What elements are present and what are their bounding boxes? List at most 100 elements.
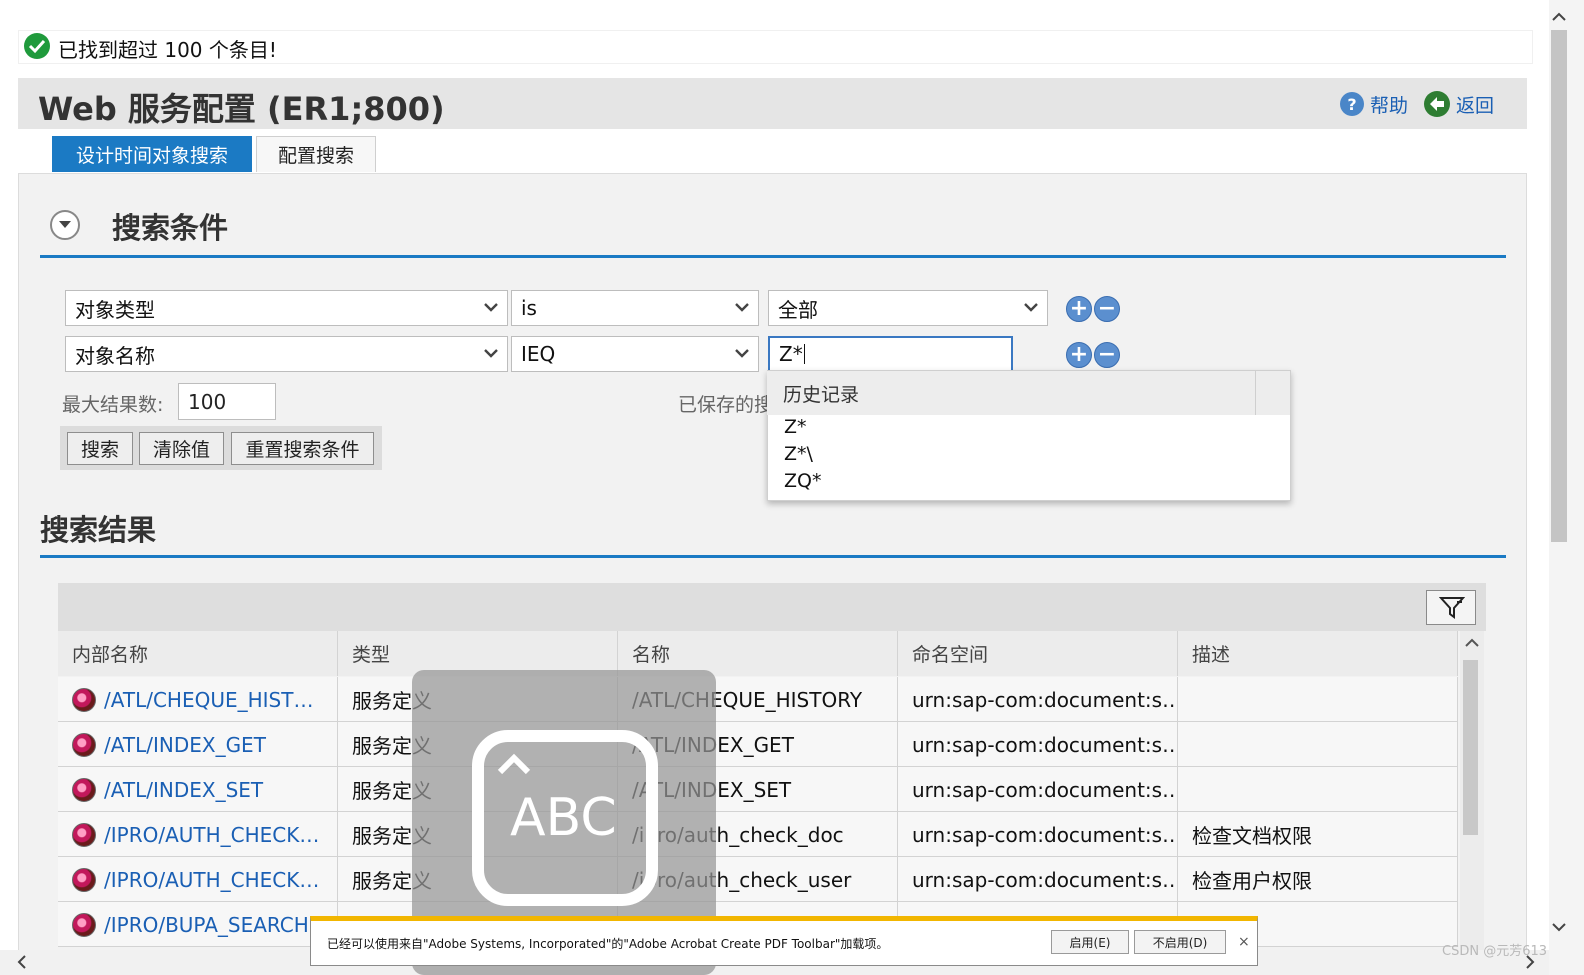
- namespace-cell: urn:sap-com:document:s…: [898, 677, 1178, 722]
- scroll-down-icon[interactable]: [1549, 920, 1569, 934]
- tab-configuration-search[interactable]: 配置搜索: [256, 136, 376, 172]
- search-button[interactable]: 搜索: [67, 432, 133, 465]
- service-definition-icon: [72, 687, 96, 712]
- namespace-cell: urn:sap-com:document:s…: [898, 767, 1178, 812]
- select-value: IEQ: [521, 342, 556, 366]
- criteria-operator-select-2[interactable]: IEQ: [511, 336, 759, 372]
- criteria-value-select-1[interactable]: 全部: [768, 290, 1048, 326]
- section-divider: [40, 555, 1506, 558]
- table-row[interactable]: /ATL/INDEX_SET 服务定义 /ATL/INDEX_SET urn:s…: [58, 767, 1458, 812]
- description-cell: [1178, 767, 1458, 812]
- filter-button[interactable]: [1426, 590, 1476, 625]
- service-definition-icon: [72, 777, 96, 802]
- criteria-value-input-2[interactable]: Z*: [768, 336, 1013, 372]
- internal-name-cell[interactable]: /ATL/INDEX_GET: [58, 722, 338, 767]
- table-scroll-thumb[interactable]: [1463, 660, 1478, 835]
- filter-icon: [1439, 597, 1465, 619]
- caps-arrow-icon: [497, 753, 531, 775]
- remove-row-icon[interactable]: −: [1094, 296, 1120, 322]
- table-row[interactable]: /IPRO/AUTH_CHECK… 服务定义 /ipro/auth_check_…: [58, 857, 1458, 902]
- add-row-icon[interactable]: +: [1066, 342, 1092, 368]
- enable-addon-button[interactable]: 启用(E): [1051, 930, 1129, 954]
- criteria-field-select-2[interactable]: 对象名称: [65, 336, 508, 372]
- scroll-up-icon[interactable]: [1549, 10, 1569, 24]
- chevron-down-icon: [1024, 303, 1038, 312]
- history-item[interactable]: Z*: [784, 416, 807, 438]
- chevron-down-icon: [484, 349, 498, 358]
- ime-mode-text: ABC: [510, 788, 617, 848]
- select-value: 对象类型: [75, 297, 155, 322]
- service-definition-icon: [72, 822, 96, 847]
- namespace-cell: urn:sap-com:document:s…: [898, 812, 1178, 857]
- scroll-left-icon[interactable]: [14, 952, 30, 972]
- back-link[interactable]: 返回: [1424, 90, 1494, 118]
- scroll-up-icon[interactable]: [1460, 635, 1484, 651]
- description-cell: 检查文档权限: [1178, 812, 1458, 857]
- internal-name-cell[interactable]: /IPRO/AUTH_CHECK…: [58, 857, 338, 902]
- internal-name-link[interactable]: /IPRO/AUTH_CHECK…: [104, 868, 319, 892]
- history-item[interactable]: Z*\: [784, 443, 813, 465]
- namespace-cell: urn:sap-com:document:s…: [898, 857, 1178, 902]
- page-title: Web 服务配置 (ER1;800): [38, 90, 445, 128]
- help-icon: ?: [1340, 92, 1364, 116]
- internal-name-cell[interactable]: /ATL/INDEX_SET: [58, 767, 338, 812]
- collapse-toggle-icon[interactable]: [50, 210, 80, 240]
- chevron-down-icon: [735, 349, 749, 358]
- col-header-internal-name[interactable]: 内部名称: [58, 631, 338, 676]
- service-definition-icon: [72, 732, 96, 757]
- namespace-cell: urn:sap-com:document:s…: [898, 722, 1178, 767]
- internal-name-cell[interactable]: /IPRO/AUTH_CHECK…: [58, 812, 338, 857]
- back-arrow-icon: [1424, 91, 1450, 117]
- criteria-operator-select-1[interactable]: is: [511, 290, 759, 326]
- description-cell: [1178, 677, 1458, 722]
- chevron-down-icon: [735, 303, 749, 312]
- clear-values-button[interactable]: 清除值: [139, 432, 224, 465]
- close-icon[interactable]: ×: [1238, 934, 1250, 950]
- table-row[interactable]: /ATL/INDEX_GET 服务定义 /ATL/INDEX_GET urn:s…: [58, 722, 1458, 767]
- description-cell: 检查用户权限: [1178, 857, 1458, 902]
- input-value: Z*: [779, 342, 803, 366]
- max-results-label: 最大结果数:: [62, 394, 164, 416]
- chevron-down-icon: [484, 303, 498, 312]
- saved-searches-label: 已保存的搜: [678, 394, 768, 416]
- search-criteria-title: 搜索条件: [112, 211, 229, 245]
- internal-name-link[interactable]: /IPRO/BUPA_SEARCH: [104, 913, 309, 937]
- table-toolbar: [58, 583, 1486, 631]
- help-label: 帮助: [1370, 94, 1409, 117]
- table-header-row: 内部名称 类型 名称 命名空间 描述: [58, 631, 1458, 676]
- history-item[interactable]: ZQ*: [784, 470, 821, 492]
- internal-name-cell[interactable]: /IPRO/BUPA_SEARCH: [58, 902, 338, 947]
- success-check-icon: [24, 33, 50, 59]
- table-row[interactable]: /IPRO/AUTH_CHECK… 服务定义 /ipro/auth_check_…: [58, 812, 1458, 857]
- remove-row-icon[interactable]: −: [1094, 342, 1120, 368]
- disable-addon-button[interactable]: 不启用(D): [1134, 930, 1226, 954]
- window-scroll-thumb[interactable]: [1551, 30, 1567, 542]
- history-header: 历史记录: [767, 371, 1255, 415]
- help-link[interactable]: ? 帮助: [1340, 90, 1408, 118]
- text-cursor: [803, 344, 805, 364]
- watermark: CSDN @元芳613: [1442, 944, 1548, 959]
- internal-name-link[interactable]: /IPRO/AUTH_CHECK…: [104, 823, 319, 847]
- tab-design-time-object-search[interactable]: 设计时间对象搜索: [52, 136, 252, 172]
- select-value: 全部: [778, 297, 818, 322]
- add-row-icon[interactable]: +: [1066, 296, 1092, 322]
- select-value: is: [521, 296, 537, 320]
- search-results-title: 搜索结果: [40, 513, 157, 547]
- description-cell: [1178, 722, 1458, 767]
- criteria-field-select-1[interactable]: 对象类型: [65, 290, 508, 326]
- col-header-description[interactable]: 描述: [1178, 631, 1458, 676]
- internal-name-cell[interactable]: /ATL/CHEQUE_HIST…: [58, 677, 338, 722]
- internal-name-link[interactable]: /ATL/CHEQUE_HIST…: [104, 688, 313, 712]
- internal-name-link[interactable]: /ATL/INDEX_SET: [104, 778, 263, 802]
- table-row[interactable]: /ATL/CHEQUE_HIST… 服务定义 /ATL/CHEQUE_HISTO…: [58, 677, 1458, 722]
- select-value: 对象名称: [75, 343, 155, 368]
- reset-criteria-button[interactable]: 重置搜索条件: [231, 432, 374, 465]
- max-results-input[interactable]: 100: [178, 383, 276, 420]
- service-definition-icon: [72, 867, 96, 892]
- back-label: 返回: [1456, 94, 1495, 117]
- service-definition-icon: [72, 912, 96, 937]
- internal-name-link[interactable]: /ATL/INDEX_GET: [104, 733, 266, 757]
- notification-text: 已经可以使用来自"Adobe Systems, Incorporated"的"A…: [327, 937, 889, 951]
- col-header-namespace[interactable]: 命名空间: [898, 631, 1178, 676]
- message-text: 已找到超过 100 个条目!: [58, 38, 277, 62]
